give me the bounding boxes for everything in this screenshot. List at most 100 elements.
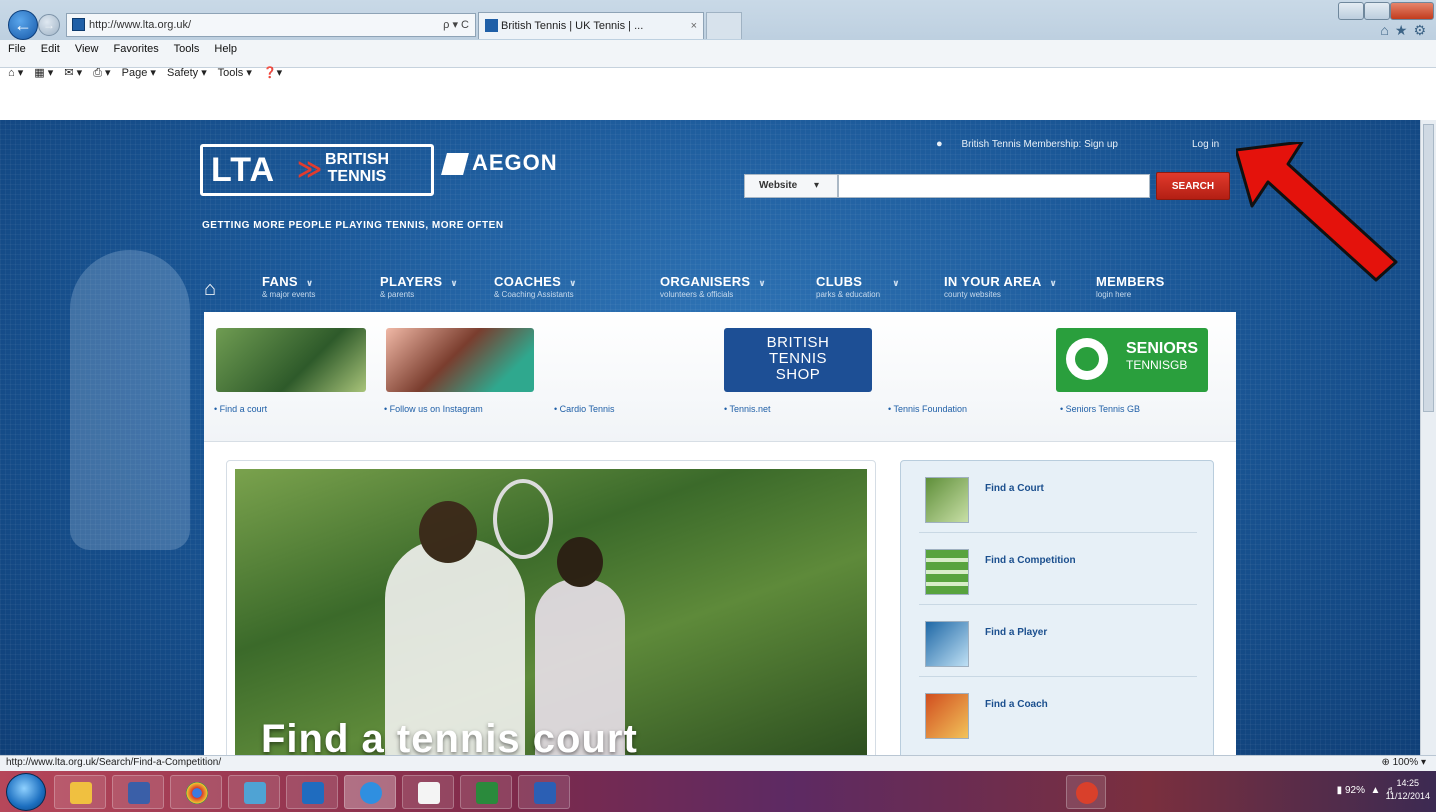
- cmd-home-icon[interactable]: ⌂ ▾: [8, 67, 23, 79]
- settings-gear-icon[interactable]: ⚙: [1413, 22, 1432, 38]
- side-item-find-competition[interactable]: Find a Competition: [919, 533, 1197, 605]
- start-button[interactable]: [6, 773, 46, 811]
- nav-organisers-sub: volunteers & officials: [660, 290, 734, 299]
- address-bar[interactable]: http://www.lta.org.uk/ ρ ▾ C: [66, 13, 476, 37]
- browser-tab[interactable]: British Tennis | UK Tennis | ... ×: [478, 12, 704, 39]
- player-icon: [925, 621, 969, 667]
- nav-clubs[interactable]: CLUBS ∨ parks & education: [816, 274, 900, 299]
- taskbar-internet-explorer[interactable]: [344, 775, 396, 809]
- nav-in-your-area[interactable]: IN YOUR AREA ∨ county websites: [944, 274, 1057, 299]
- tennis-player-silhouette: [70, 250, 190, 550]
- link-tennis-net[interactable]: • Tennis.net: [724, 404, 771, 414]
- search-button[interactable]: SEARCH: [1156, 172, 1230, 200]
- search-input[interactable]: [838, 174, 1150, 198]
- menu-edit[interactable]: Edit: [41, 43, 60, 55]
- competition-chart-icon: [925, 549, 969, 595]
- cmd-mail-icon[interactable]: ✉ ▾: [64, 67, 82, 79]
- side-label-player: Find a Player: [985, 627, 1048, 638]
- hero-card[interactable]: Find a tennis court: [226, 460, 876, 755]
- seniors-title: SENIORS: [1126, 340, 1199, 357]
- nav-coaches-title: COACHES: [494, 274, 562, 289]
- menu-tools[interactable]: Tools: [174, 43, 200, 55]
- seniors-logo-icon: [1066, 338, 1108, 380]
- person-icon: ●: [936, 138, 943, 150]
- system-clock[interactable]: 14:25 11/12/2014: [1386, 777, 1430, 803]
- browser-toolbar-icons[interactable]: ⌂★⚙: [1380, 22, 1432, 39]
- search-scope-select[interactable]: Website ▾: [744, 174, 838, 198]
- internet-explorer-icon: [360, 782, 382, 804]
- side-item-find-court[interactable]: Find a Court: [919, 461, 1197, 533]
- taskbar-outlook[interactable]: [286, 775, 338, 809]
- forward-button[interactable]: →: [38, 14, 60, 36]
- nav-coaches[interactable]: COACHES ∨ & Coaching Assistants: [494, 274, 577, 299]
- menu-help[interactable]: Help: [214, 43, 237, 55]
- back-button[interactable]: ←: [8, 10, 38, 40]
- tennis-ball-icon: [925, 477, 969, 523]
- british-tennis-shop-banner[interactable]: BRITISH TENNIS SHOP: [724, 328, 872, 392]
- nav-players[interactable]: PLAYERS ∨ & parents: [380, 274, 458, 299]
- new-tab-button[interactable]: [706, 12, 742, 39]
- shop-line-3: SHOP: [775, 366, 821, 383]
- nav-organisers[interactable]: ORGANISERS ∨ volunteers & officials: [660, 274, 766, 299]
- cmd-feeds-icon[interactable]: ▦ ▾: [34, 67, 53, 79]
- aegon-logo[interactable]: AEGON: [441, 150, 558, 176]
- cmd-help-icon[interactable]: ❓▾: [263, 67, 282, 79]
- side-item-find-coach[interactable]: Find a Coach: [919, 677, 1197, 749]
- taskbar-photos[interactable]: [228, 775, 280, 809]
- link-seniors-tennis-gb[interactable]: • Seniors Tennis GB: [1060, 404, 1140, 414]
- taskbar-excel[interactable]: [460, 775, 512, 809]
- address-controls[interactable]: ρ ▾ C: [443, 14, 469, 36]
- link-cardio-tennis[interactable]: • Cardio Tennis: [554, 404, 615, 414]
- taskbar-documents[interactable]: [402, 775, 454, 809]
- seniors-tennis-gb-banner[interactable]: SENIORS TENNISGB: [1056, 328, 1208, 392]
- folder-icon: [70, 782, 92, 804]
- link-follow-instagram[interactable]: • Follow us on Instagram: [384, 404, 483, 414]
- nav-members[interactable]: MEMBERS login here: [1096, 274, 1165, 299]
- membership-signup-link[interactable]: British Tennis Membership: Sign up: [961, 139, 1118, 150]
- zoom-level[interactable]: ⊕ 100% ▾: [1381, 757, 1426, 768]
- chrome-icon: [186, 782, 208, 804]
- menu-view[interactable]: View: [75, 43, 99, 55]
- link-tennis-foundation[interactable]: • Tennis Foundation: [888, 404, 967, 414]
- nav-organisers-title: ORGANISERS: [660, 274, 751, 289]
- taskbar-word[interactable]: [518, 775, 570, 809]
- lta-british-tennis-logo[interactable]: LTA ≫ BRITISH TENNIS: [200, 144, 434, 196]
- chevron-down-icon: ∨: [305, 278, 314, 288]
- home-icon[interactable]: ⌂: [204, 278, 216, 301]
- cmd-print-icon[interactable]: ⎙ ▾: [93, 67, 110, 79]
- favorites-star-icon[interactable]: ★: [1395, 22, 1414, 38]
- link-find-a-court[interactable]: • Find a court: [214, 404, 267, 414]
- nav-members-sub: login here: [1096, 290, 1132, 299]
- menu-favorites[interactable]: Favorites: [114, 43, 159, 55]
- shop-line-1: BRITISH: [766, 334, 830, 351]
- maximize-button[interactable]: [1364, 2, 1390, 20]
- menu-file[interactable]: File: [8, 43, 26, 55]
- tab-close-icon[interactable]: ×: [691, 13, 697, 39]
- taskbar-media-player[interactable]: [112, 775, 164, 809]
- battery-level: 92%: [1344, 785, 1365, 796]
- nav-fans-title: FANS: [262, 274, 298, 289]
- login-link[interactable]: Log in: [1192, 139, 1219, 150]
- status-bar: http://www.lta.org.uk/Search/Find-a-Comp…: [0, 755, 1436, 771]
- hero-title: Find a tennis court: [261, 717, 638, 755]
- taskbar-chrome[interactable]: [170, 775, 222, 809]
- coach-icon: [925, 693, 969, 739]
- home-browser-icon[interactable]: ⌂: [1380, 22, 1394, 38]
- chevron-down-icon: ∨: [892, 278, 900, 288]
- close-window-button[interactable]: [1390, 2, 1434, 20]
- taskbar-app-tray[interactable]: [1066, 775, 1106, 809]
- taskbar-explorer[interactable]: [54, 775, 106, 809]
- find-court-image[interactable]: [216, 328, 366, 392]
- chevron-down-icon: ∨: [450, 278, 458, 288]
- nav-fans[interactable]: FANS ∨ & major events: [262, 274, 315, 299]
- side-label-court: Find a Court: [985, 483, 1044, 494]
- nav-coaches-sub: & Coaching Assistants: [494, 290, 574, 299]
- side-item-find-player[interactable]: Find a Player: [919, 605, 1197, 677]
- cmd-safety[interactable]: Safety ▾: [167, 67, 207, 79]
- clock-time: 14:25: [1396, 778, 1420, 788]
- cmd-page[interactable]: Page ▾: [122, 67, 156, 79]
- cmd-tools[interactable]: Tools ▾: [218, 67, 252, 79]
- instagram-image[interactable]: [386, 328, 534, 392]
- side-label-coach: Find a Coach: [985, 699, 1048, 710]
- minimize-button[interactable]: [1338, 2, 1364, 20]
